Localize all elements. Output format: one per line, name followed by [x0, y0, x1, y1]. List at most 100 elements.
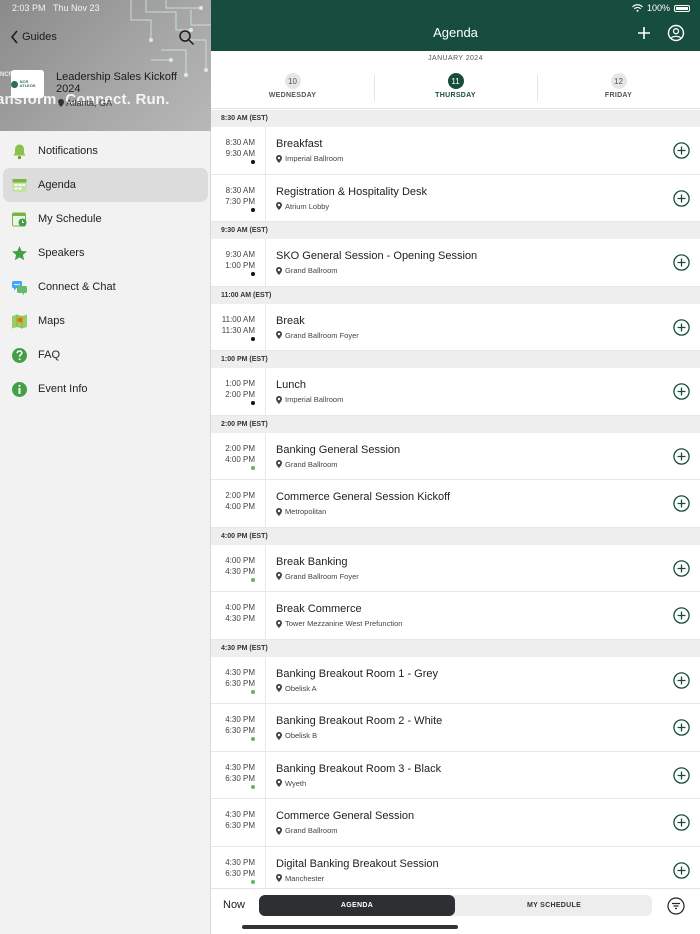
sidebar-item-notifications[interactable]: Notifications [3, 134, 208, 168]
time-slot-header: 1:00 PM (EST) [211, 351, 700, 368]
calendar-icon [11, 211, 28, 228]
session-location: Grand Ballroom Foyer [276, 331, 359, 340]
status-dot [251, 879, 255, 884]
add-to-schedule-icon[interactable] [673, 719, 690, 736]
session-row[interactable]: 9:30 AM 1:00 PM SKO General Session - Op… [211, 239, 700, 287]
add-to-schedule-icon[interactable] [673, 559, 690, 577]
tab-my-schedule[interactable]: MY SCHEDULE [456, 895, 652, 916]
add-icon[interactable] [635, 24, 653, 42]
add-to-schedule-icon[interactable] [673, 189, 690, 207]
session-location-label: Imperial Ballroom [285, 154, 344, 163]
session-row[interactable]: 2:00 PM 4:00 PM Commerce General Session… [211, 480, 700, 528]
session-location-label: Manchester [285, 873, 325, 883]
session-row[interactable]: 4:30 PM 6:30 PM Banking Breakout Room 3 … [211, 751, 700, 799]
event-banner: 2:03 PM Thu Nov 23 Guides NCR NCR ATLEOS… [0, 0, 211, 131]
session-row[interactable]: 1:00 PM 2:00 PM Lunch Imperial Ballroom [211, 368, 700, 416]
session-row[interactable]: 8:30 AM 7:30 PM Registration & Hospitali… [211, 174, 700, 222]
status-dot [251, 737, 255, 741]
sidebar-item-agenda[interactable]: Agenda [3, 168, 208, 202]
add-to-schedule-icon[interactable] [673, 671, 690, 689]
session-start: 4:00 PM [225, 555, 255, 565]
status-dot [251, 160, 255, 164]
profile-icon[interactable] [667, 24, 685, 42]
sidebar-item-label: FAQ [38, 349, 61, 361]
battery-icon [674, 4, 690, 12]
status-dot [251, 336, 255, 341]
session-location-label: Wyeth [285, 778, 307, 788]
add-to-schedule-icon[interactable] [673, 142, 690, 159]
day-name: THURSDAY [435, 92, 476, 99]
session-row[interactable]: 2:00 PM 4:00 PM Banking General Session … [211, 432, 700, 480]
session-start: 2:00 PM [225, 491, 255, 500]
session-title: Break Commerce [276, 603, 362, 615]
session-location: Grand Ballroom [276, 266, 338, 275]
session-start: 8:30 AM [225, 138, 255, 147]
day-tab[interactable]: 11 THURSDAY [374, 73, 537, 101]
add-to-schedule-icon[interactable] [673, 607, 690, 624]
session-location: Grand Ballroom [276, 826, 338, 835]
session-times: 4:30 PM 6:30 PM [211, 714, 255, 736]
sidebar-item-my-schedule[interactable]: My Schedule [3, 202, 208, 236]
add-to-schedule-icon[interactable] [673, 447, 690, 465]
guides-back-button[interactable]: Guides [10, 30, 57, 44]
circuit-pattern [130, 0, 211, 77]
add-to-schedule-icon[interactable] [673, 495, 690, 512]
add-to-schedule-icon[interactable] [673, 861, 690, 879]
sidebar-item-maps[interactable]: Maps [3, 304, 208, 338]
day-tab[interactable]: 12 FRIDAY [537, 73, 700, 101]
day-number: 11 [447, 73, 464, 89]
session-row[interactable]: 4:00 PM 4:30 PM Break Banking Grand Ball… [211, 544, 700, 592]
session-start: 4:30 PM [225, 715, 255, 724]
session-title: Commerce General Session Kickoff [276, 491, 451, 503]
add-to-schedule-icon[interactable] [673, 814, 690, 831]
session-row[interactable]: 4:00 PM 4:30 PM Break Commerce Tower Mez… [211, 592, 700, 640]
location-pin-icon [276, 331, 282, 339]
status-time: 2:03 PM Thu Nov 23 [12, 3, 100, 13]
add-to-schedule-icon[interactable] [673, 766, 690, 784]
time-slot-header: 8:30 AM (EST) [211, 110, 700, 127]
session-row[interactable]: 4:30 PM 6:30 PM Banking Breakout Room 2 … [211, 704, 700, 752]
session-location-label: Grand Ballroom Foyer [285, 571, 359, 581]
add-to-schedule-icon[interactable] [673, 318, 690, 336]
now-button[interactable]: Now [223, 899, 245, 911]
add-to-schedule-icon[interactable] [673, 383, 690, 400]
search-icon[interactable] [178, 29, 195, 46]
day-number: 10 [284, 73, 301, 89]
nav-bar: 100% Agenda [211, 0, 700, 51]
bell-icon [11, 143, 28, 160]
agenda-list[interactable]: 8:30 AM (EST) 8:30 AM 9:30 AM Breakfast … [211, 110, 700, 888]
session-location-label: Grand Ballroom Foyer [285, 330, 359, 340]
status-dot [251, 784, 255, 789]
session-title: Banking General Session [276, 443, 401, 456]
time-slot-header: 2:00 PM (EST) [211, 415, 700, 433]
session-row[interactable]: 4:30 PM 6:30 PM Digital Banking Breakout… [211, 846, 700, 888]
sidebar-item-event-info[interactable]: Event Info [3, 372, 208, 406]
session-start: 2:00 PM [225, 443, 255, 453]
session-row[interactable]: 11:00 AM 11:30 AM Break Grand Ballroom F… [211, 303, 700, 351]
session-location: Atrium Lobby [276, 202, 329, 211]
session-location: Wyeth [276, 779, 306, 788]
session-times: 4:30 PM 6:30 PM [211, 667, 255, 689]
session-title: Digital Banking Breakout Session [276, 857, 439, 870]
sidebar-item-speakers[interactable]: Speakers [3, 236, 208, 270]
info-icon [11, 381, 28, 398]
status-dot [251, 465, 255, 470]
add-to-schedule-icon[interactable] [673, 254, 690, 271]
session-row[interactable]: 8:30 AM 9:30 AM Breakfast Imperial Ballr… [211, 127, 700, 175]
session-row[interactable]: 4:30 PM 6:30 PM Banking Breakout Room 1 … [211, 656, 700, 704]
session-times: 2:00 PM 4:00 PM [211, 490, 255, 512]
day-tab[interactable]: 10 WEDNESDAY [211, 73, 374, 99]
session-start: 4:30 PM [225, 857, 255, 867]
sidebar-nav: Notifications Agenda My Schedule Speaker… [0, 134, 211, 406]
date-selector: JANUARY 2024 10 WEDNESDAY 11 THURSDAY 12 F… [211, 51, 700, 109]
sidebar-item-connect-chat[interactable]: Connect & Chat [3, 270, 208, 304]
agenda-panel: 100% Agenda JANUARY 2024 10 WEDNESDAY 11 … [211, 0, 700, 934]
time-slot-header: 4:30 PM (EST) [211, 639, 700, 657]
tab-agenda[interactable]: AGENDA [259, 895, 455, 916]
month-label: JANUARY 2024 [428, 55, 483, 62]
session-title: Lunch [276, 379, 306, 391]
filter-icon[interactable] [667, 897, 685, 915]
session-end: 6:30 PM [225, 821, 255, 830]
session-row[interactable]: 4:30 PM 6:30 PM Commerce General Session… [211, 799, 700, 847]
sidebar-item-faq[interactable]: FAQ [3, 338, 208, 372]
